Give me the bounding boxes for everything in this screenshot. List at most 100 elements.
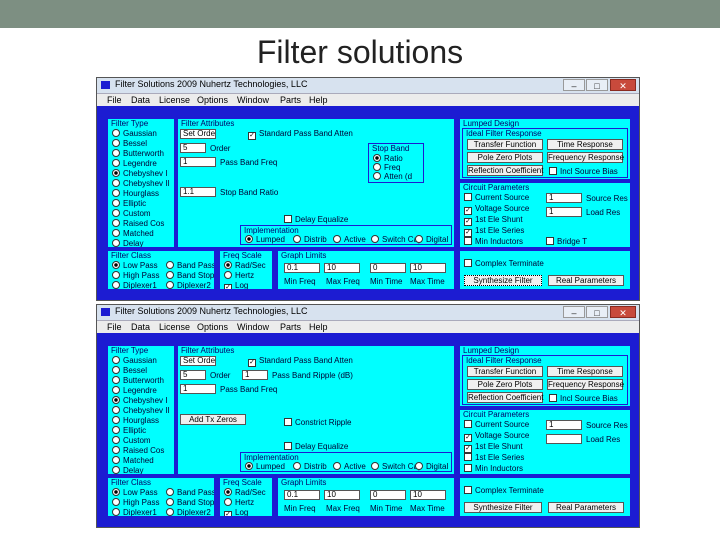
radio-hourglass[interactable]: Hourglass (112, 416, 159, 425)
add-tx-zeros-button[interactable]: Add Tx Zeros (180, 414, 246, 425)
minimize-icon[interactable]: – (563, 79, 585, 91)
incl-source-bias-checkbox[interactable]: Incl Source Bias (549, 394, 618, 403)
synthesize-filter-button[interactable]: Synthesize Filter (464, 275, 542, 286)
set-order-select[interactable]: Set Order (180, 129, 216, 139)
real-parameters-button[interactable]: Real Parameters (548, 502, 624, 513)
menu-file[interactable]: File (107, 94, 122, 106)
first-ele-series-checkbox[interactable]: 1st Ele Series (464, 226, 524, 237)
radio-hertz[interactable]: Hertz (224, 498, 254, 507)
voltage-source-checkbox[interactable]: Voltage Source (464, 431, 529, 442)
radio-bessel[interactable]: Bessel (112, 139, 147, 148)
standard-pass-band-checkbox[interactable]: Standard Pass Band Atten (248, 356, 353, 367)
first-ele-series-checkbox[interactable]: 1st Ele Series (464, 453, 524, 462)
radio-chebyshev-1[interactable]: Chebyshev I (112, 169, 167, 178)
real-parameters-button[interactable]: Real Parameters (548, 275, 624, 286)
source-res-field[interactable]: 1 (546, 193, 582, 203)
radio-delay[interactable]: Delay (112, 466, 143, 474)
radio-distrib[interactable]: Distrib (293, 462, 327, 471)
radio-digital[interactable]: Digital (415, 235, 448, 244)
min-freq-field[interactable]: 0.1 (284, 263, 320, 273)
delay-equalize-checkbox[interactable]: Delay Equalize (284, 215, 348, 224)
pass-band-freq-field[interactable]: 1 (180, 157, 216, 167)
radio-stop-ratio[interactable]: Ratio (373, 154, 403, 163)
radio-raised-cos[interactable]: Raised Cos (112, 219, 164, 228)
reflection-coefficient-button[interactable]: Reflection Coefficient (467, 165, 543, 176)
radio-matched[interactable]: Matched (112, 229, 154, 238)
radio-chebyshev-1[interactable]: Chebyshev I (112, 396, 167, 405)
standard-pass-band-checkbox[interactable]: Standard Pass Band Atten (248, 129, 353, 140)
radio-butterworth[interactable]: Butterworth (112, 149, 164, 158)
max-freq-field[interactable]: 10 (324, 263, 360, 273)
frequency-response-button[interactable]: Frequency Response (547, 152, 624, 163)
load-res-field[interactable] (546, 434, 582, 444)
radio-rad-sec[interactable]: Rad/Sec (224, 261, 266, 270)
menu-options[interactable]: Options (197, 321, 228, 333)
close-icon[interactable]: ✕ (610, 306, 636, 318)
radio-band-stop[interactable]: Band Stop (166, 271, 214, 280)
radio-stop-freq[interactable]: Freq (373, 163, 400, 172)
set-order-select[interactable]: Set Order (180, 356, 216, 366)
synthesize-filter-button[interactable]: Synthesize Filter (464, 502, 542, 513)
first-ele-shunt-checkbox[interactable]: 1st Ele Shunt (464, 215, 523, 226)
radio-matched[interactable]: Matched (112, 456, 154, 465)
radio-distrib[interactable]: Distrib (293, 235, 327, 244)
radio-raised-cos[interactable]: Raised Cos (112, 446, 164, 455)
radio-lumped[interactable]: Lumped (245, 235, 285, 244)
radio-high-pass[interactable]: High Pass (112, 271, 159, 280)
radio-digital[interactable]: Digital (415, 462, 448, 471)
menu-parts[interactable]: Parts (280, 94, 301, 106)
radio-hourglass[interactable]: Hourglass (112, 189, 159, 198)
time-response-button[interactable]: Time Response (547, 139, 623, 150)
constrict-ripple-checkbox[interactable]: Constrict Ripple (284, 418, 351, 427)
radio-lumped[interactable]: Lumped (245, 462, 285, 471)
bridge-t-checkbox[interactable]: Bridge T (546, 237, 587, 246)
maximize-icon[interactable]: □ (586, 306, 608, 318)
menu-window[interactable]: Window (237, 321, 269, 333)
complex-terminate-checkbox[interactable]: Complex Terminate (464, 259, 544, 268)
menu-license[interactable]: License (159, 321, 190, 333)
menu-window[interactable]: Window (237, 94, 269, 106)
minimize-icon[interactable]: – (563, 306, 585, 318)
radio-high-pass[interactable]: High Pass (112, 498, 159, 507)
maximize-icon[interactable]: □ (586, 79, 608, 91)
radio-elliptic[interactable]: Elliptic (112, 199, 146, 208)
menu-file[interactable]: File (107, 321, 122, 333)
pass-band-freq-field[interactable]: 1 (180, 384, 216, 394)
max-time-field[interactable]: 10 (410, 263, 446, 273)
order-field[interactable]: 5 (180, 143, 206, 153)
close-icon[interactable]: ✕ (610, 79, 636, 91)
radio-low-pass[interactable]: Low Pass (112, 261, 158, 270)
log-checkbox[interactable]: Log (224, 281, 248, 289)
radio-delay[interactable]: Delay (112, 239, 143, 247)
current-source-checkbox[interactable]: Current Source (464, 420, 529, 429)
radio-elliptic[interactable]: Elliptic (112, 426, 146, 435)
transfer-function-button[interactable]: Transfer Function (467, 366, 543, 377)
radio-hertz[interactable]: Hertz (224, 271, 254, 280)
source-res-field[interactable]: 1 (546, 420, 582, 430)
menu-options[interactable]: Options (197, 94, 228, 106)
radio-band-pass[interactable]: Band Pass (166, 488, 214, 497)
menu-parts[interactable]: Parts (280, 321, 301, 333)
frequency-response-button[interactable]: Frequency Response (547, 379, 624, 390)
radio-diplexer-1[interactable]: Diplexer1 (112, 508, 157, 516)
radio-legendre[interactable]: Legendre (112, 386, 157, 395)
menu-help[interactable]: Help (309, 94, 328, 106)
first-ele-shunt-checkbox[interactable]: 1st Ele Shunt (464, 442, 523, 453)
radio-custom[interactable]: Custom (112, 436, 151, 445)
radio-low-pass[interactable]: Low Pass (112, 488, 158, 497)
load-res-field[interactable]: 1 (546, 207, 582, 217)
pole-zero-plots-button[interactable]: Pole Zero Plots (467, 379, 543, 390)
min-inductors-checkbox[interactable]: Min Inductors (464, 464, 523, 473)
min-time-field[interactable]: 0 (370, 490, 406, 500)
radio-active[interactable]: Active (333, 462, 366, 471)
reflection-coefficient-button[interactable]: Reflection Coefficient (467, 392, 543, 403)
menu-license[interactable]: License (159, 94, 190, 106)
radio-gaussian[interactable]: Gaussian (112, 356, 157, 365)
min-freq-field[interactable]: 0.1 (284, 490, 320, 500)
max-time-field[interactable]: 10 (410, 490, 446, 500)
pole-zero-plots-button[interactable]: Pole Zero Plots (467, 152, 543, 163)
radio-band-pass[interactable]: Band Pass (166, 261, 214, 270)
menu-help[interactable]: Help (309, 321, 328, 333)
radio-band-stop[interactable]: Band Stop (166, 498, 214, 507)
pass-band-ripple-field[interactable]: 1 (242, 370, 268, 380)
